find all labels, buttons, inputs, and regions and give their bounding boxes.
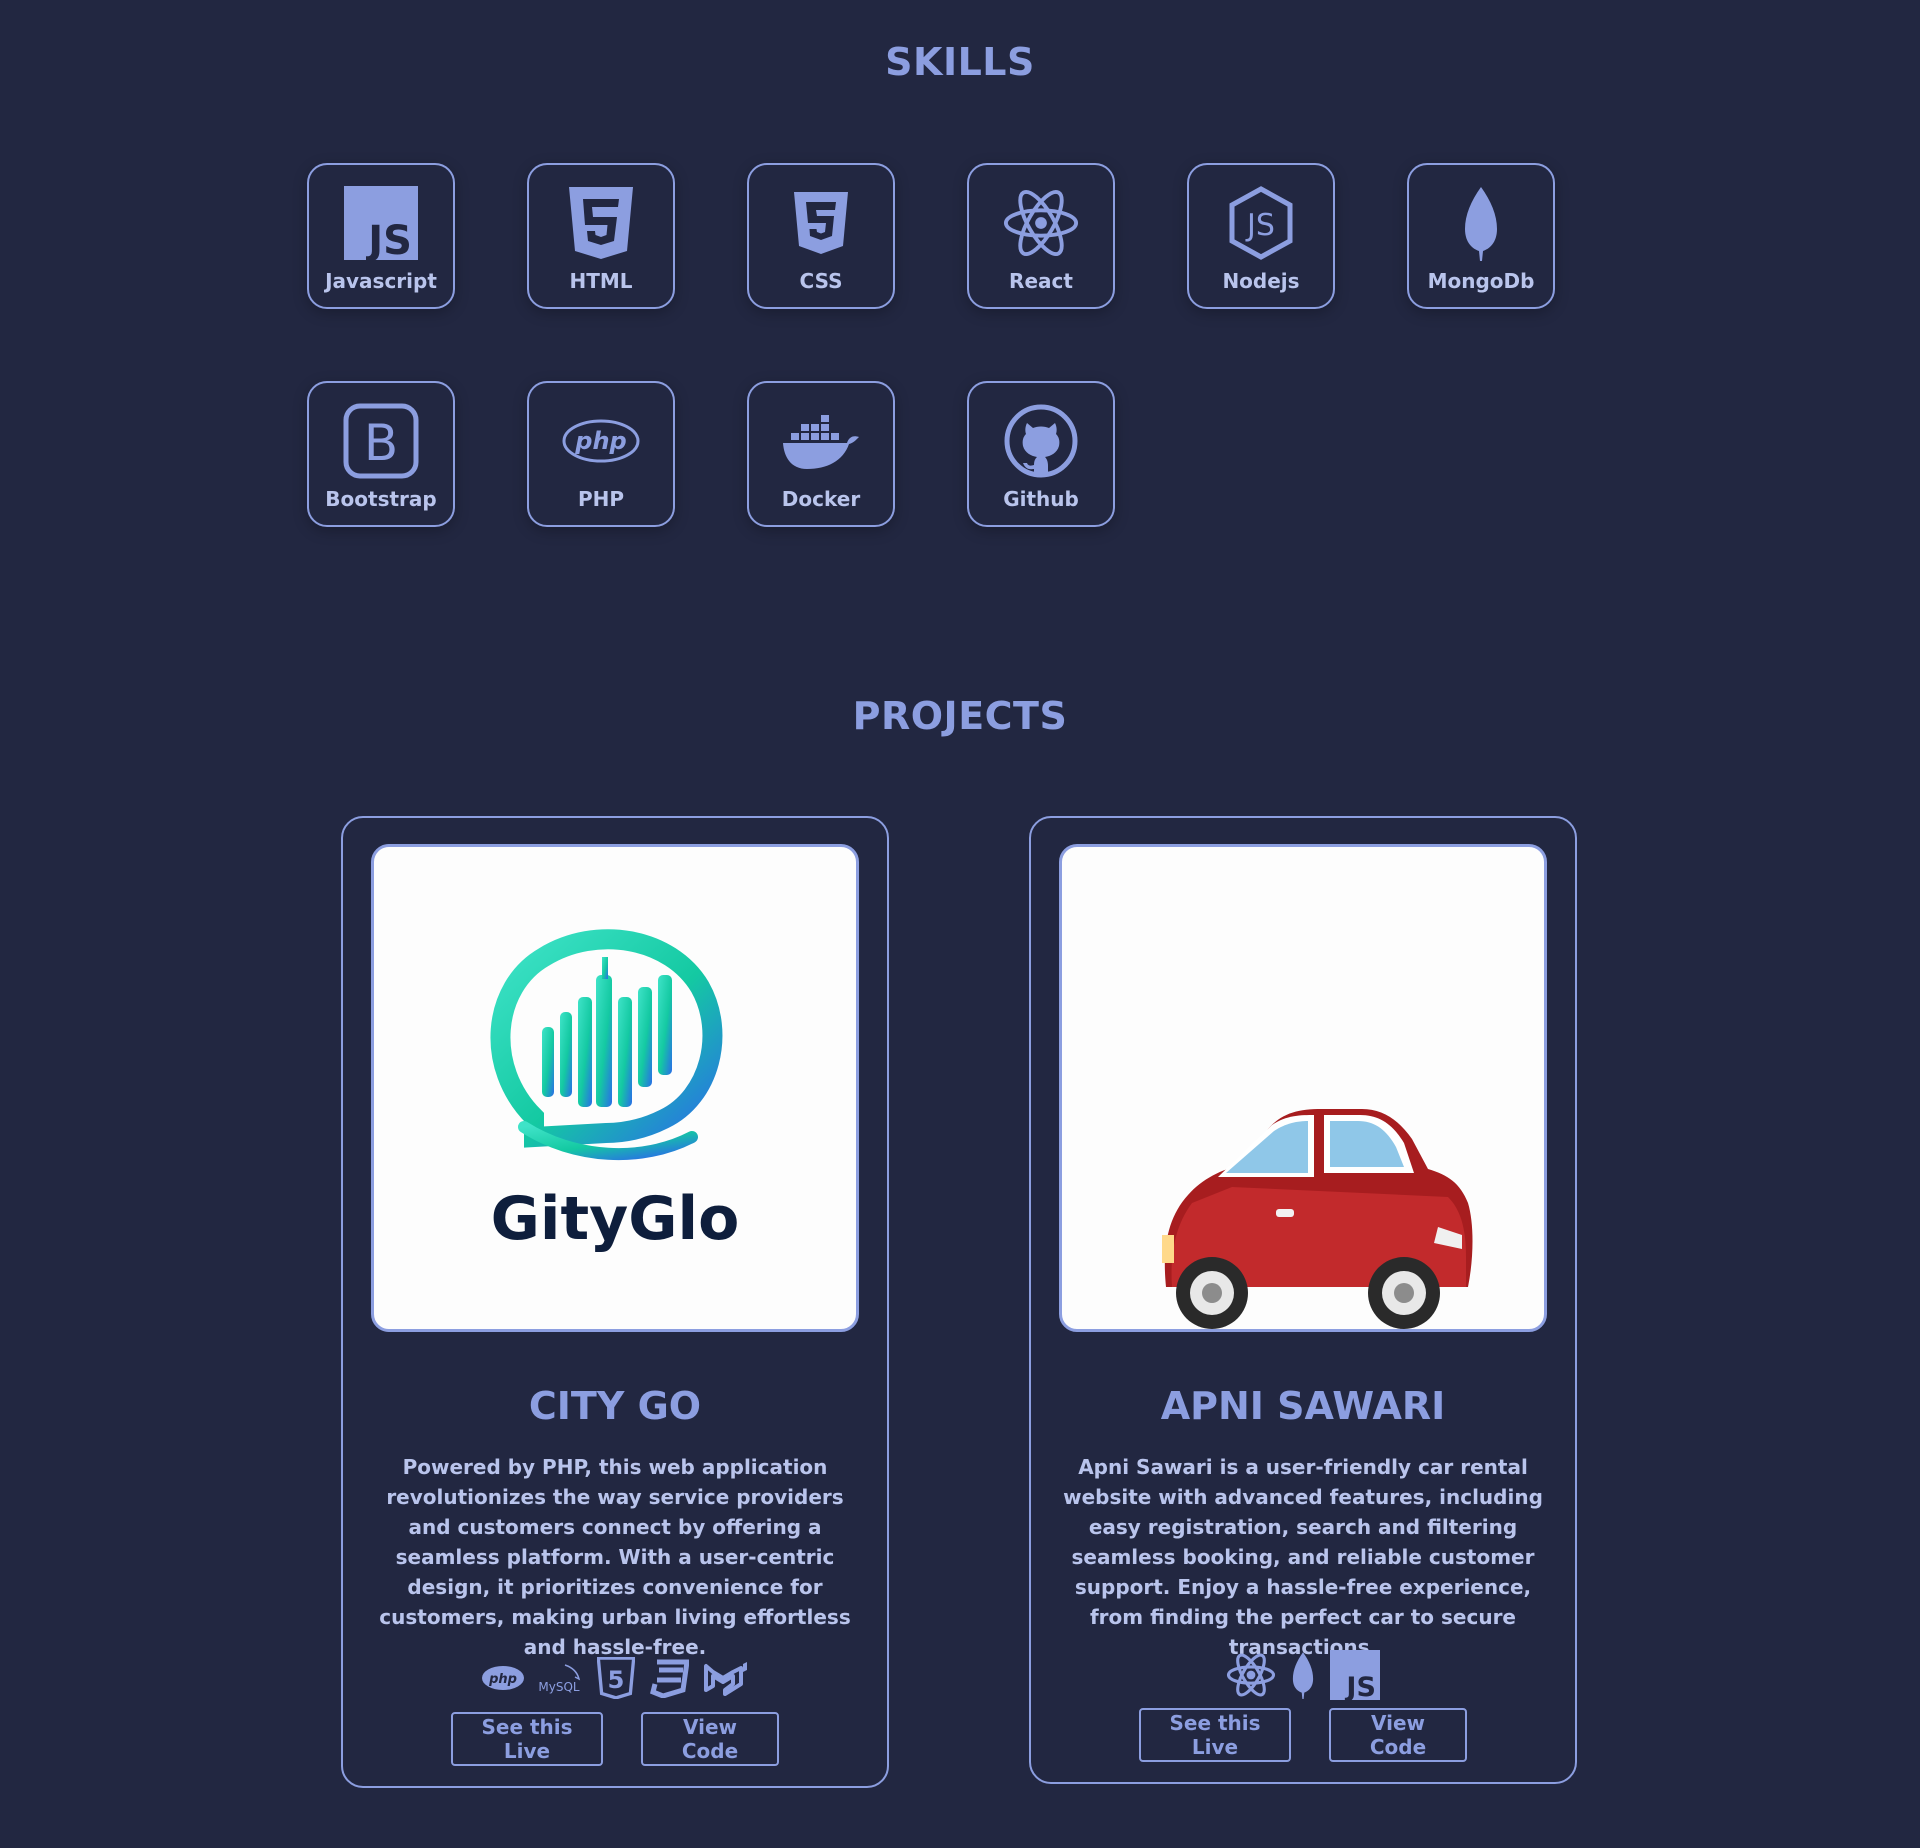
skill-label: React <box>1009 269 1073 293</box>
bootstrap-icon: B <box>341 401 421 481</box>
skill-card-javascript[interactable]: JS Javascript <box>307 163 455 309</box>
material-ui-icon <box>703 1660 749 1696</box>
html5-icon <box>561 183 641 263</box>
skill-card-html[interactable]: HTML <box>527 163 675 309</box>
project-description: Apni Sawari is a user-friendly car renta… <box>1063 1455 1543 1659</box>
html5-icon: 5 <box>597 1657 635 1699</box>
skill-card-docker[interactable]: Docker <box>747 381 895 527</box>
skill-card-github[interactable]: Github <box>967 381 1115 527</box>
view-code-button[interactable]: View Code <box>1329 1708 1467 1762</box>
docker-icon <box>781 401 861 481</box>
project-card-apni-sawari: APNI SAWARI Apni Sawari is a user-friend… <box>1029 816 1577 1784</box>
project-actions: See this Live View Code <box>1031 1708 1575 1762</box>
project-title: APNI SAWARI <box>1160 1384 1446 1428</box>
svg-text:GityGlo: GityGlo <box>491 1184 740 1254</box>
svg-text:JS: JS <box>365 218 412 260</box>
project-actions: See this Live View Code <box>343 1712 887 1766</box>
skill-label: Bootstrap <box>325 487 437 511</box>
skill-card-bootstrap[interactable]: B Bootstrap <box>307 381 455 527</box>
mysql-icon: MySQL <box>539 1661 583 1695</box>
react-icon <box>1226 1652 1276 1698</box>
tech-stack: php MySQL 5 <box>343 1656 887 1700</box>
javascript-icon: JS <box>1330 1650 1380 1700</box>
tech-stack: JS <box>1031 1650 1575 1700</box>
skill-card-mongodb[interactable]: MongoDb <box>1407 163 1555 309</box>
svg-text:php: php <box>488 1672 517 1687</box>
skill-card-nodejs[interactable]: JS Nodejs <box>1187 163 1335 309</box>
skill-card-php[interactable]: php PHP <box>527 381 675 527</box>
mongodb-icon <box>1441 183 1521 263</box>
project-image-city-go: GityGlo <box>371 844 859 1332</box>
php-icon: php <box>481 1664 525 1692</box>
skill-label: Github <box>1003 487 1079 511</box>
mongodb-icon <box>1290 1651 1316 1699</box>
javascript-icon: JS <box>341 183 421 263</box>
project-image-apni-sawari <box>1059 844 1547 1332</box>
city-go-logo-icon: GityGlo <box>490 929 740 1254</box>
svg-text:JS: JS <box>1245 208 1275 243</box>
skill-label: CSS <box>799 269 843 293</box>
skill-card-react[interactable]: React <box>967 163 1115 309</box>
skill-label: Javascript <box>325 269 437 293</box>
skill-label: Docker <box>781 487 861 511</box>
project-card-city-go: GityGlo CITY GO Powered by PHP, this web… <box>341 816 889 1788</box>
see-live-button[interactable]: See this Live <box>451 1712 603 1766</box>
svg-text:5: 5 <box>608 1665 625 1694</box>
red-car-icon <box>1162 1109 1473 1329</box>
skill-label: Nodejs <box>1222 269 1300 293</box>
css3-icon <box>649 1658 689 1698</box>
php-icon: php <box>561 401 641 481</box>
skill-label: PHP <box>577 487 625 511</box>
svg-text:B: B <box>364 414 398 472</box>
css3-icon <box>781 183 861 263</box>
svg-text:php: php <box>574 427 626 455</box>
projects-title: PROJECTS <box>852 694 1068 738</box>
svg-text:JS: JS <box>1344 1672 1376 1700</box>
github-icon <box>1001 401 1081 481</box>
project-description: Powered by PHP, this web application rev… <box>379 1455 851 1659</box>
skill-label: MongoDb <box>1427 269 1535 293</box>
see-live-button[interactable]: See this Live <box>1139 1708 1291 1762</box>
nodejs-icon: JS <box>1221 183 1301 263</box>
svg-text:MySQL: MySQL <box>539 1680 580 1694</box>
view-code-button[interactable]: View Code <box>641 1712 779 1766</box>
skills-title: SKILLS <box>885 40 1035 84</box>
react-icon <box>1001 183 1081 263</box>
skill-label: HTML <box>569 269 633 293</box>
skill-card-css[interactable]: CSS <box>747 163 895 309</box>
project-title: CITY GO <box>528 1384 702 1428</box>
